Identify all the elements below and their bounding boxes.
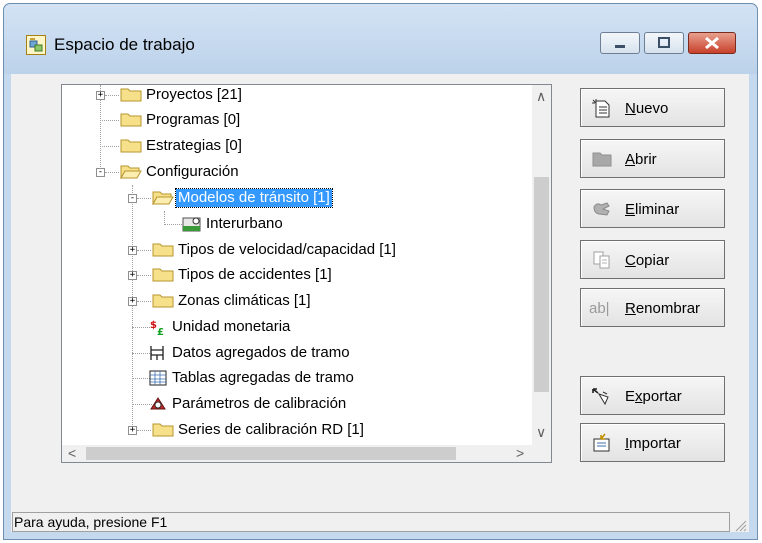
tree-content: + Proyectos [21] Programas [0] Estrategi… — [62, 85, 532, 445]
close-button[interactable] — [688, 32, 736, 54]
expand-toggle[interactable]: + — [128, 246, 137, 255]
tree-item-label: Tipos de velocidad/capacidad [1] — [178, 241, 396, 258]
tree-connector — [164, 224, 182, 225]
aggregate-table-icon — [149, 370, 167, 386]
tree-item-label: Tablas agregadas de tramo — [172, 369, 354, 386]
close-icon — [705, 36, 719, 50]
expand-toggle[interactable]: + — [128, 426, 137, 435]
scroll-left-arrow[interactable]: < — [68, 446, 76, 460]
traffic-model-icon — [182, 217, 201, 232]
maximize-button[interactable] — [644, 32, 684, 54]
scroll-up-arrow[interactable]: ∧ — [536, 89, 546, 103]
tree-connector — [132, 185, 133, 435]
folder-icon — [152, 294, 174, 308]
expand-toggle[interactable]: + — [96, 91, 105, 100]
horizontal-scroll-thumb[interactable] — [86, 447, 456, 460]
tree-connector — [100, 120, 119, 121]
client-area: + Proyectos [21] Programas [0] Estrategi… — [11, 74, 749, 532]
collapse-toggle[interactable]: - — [96, 168, 105, 177]
workspace-tree[interactable]: + Proyectos [21] Programas [0] Estrategi… — [61, 84, 552, 463]
open-folder-icon — [592, 152, 612, 167]
tree-item-label: Unidad monetaria — [172, 318, 291, 335]
folder-icon — [152, 268, 174, 282]
import-icon — [593, 433, 610, 452]
tree-item-label: Programas [0] — [146, 111, 241, 128]
tree-connector — [105, 95, 119, 96]
vertical-scroll-thumb[interactable] — [534, 177, 549, 392]
title-bar[interactable]: Espacio de trabajo — [4, 4, 757, 74]
folder-icon — [120, 139, 142, 153]
delete-hand-icon — [593, 202, 610, 216]
tree-connector — [137, 250, 151, 251]
svg-text:$: $ — [150, 320, 157, 331]
tree-item-label: Datos agregados de tramo — [172, 344, 350, 361]
importar-label: Importar — [625, 435, 681, 452]
eliminar-button[interactable]: Eliminar — [580, 189, 725, 228]
renombrar-button[interactable]: ab| Renombrar — [580, 288, 725, 327]
resize-grip-icon[interactable] — [733, 518, 747, 532]
vertical-scrollbar[interactable]: ∧ ∨ — [532, 85, 551, 445]
tree-item-label: Proyectos [21] — [146, 86, 242, 103]
nuevo-label: Nuevo — [625, 100, 669, 117]
currency-icon: $£ — [150, 320, 164, 336]
maximize-icon — [658, 37, 670, 48]
expand-toggle[interactable]: + — [128, 271, 137, 280]
expand-toggle[interactable]: + — [128, 297, 137, 306]
scroll-right-arrow[interactable]: > — [516, 446, 524, 460]
svg-text:£: £ — [157, 327, 164, 336]
tree-item-label: Configuración — [146, 163, 239, 180]
tree-connector — [100, 146, 119, 147]
status-text: Para ayuda, presione F1 — [12, 512, 730, 532]
calibration-icon — [150, 397, 166, 410]
folder-icon — [120, 113, 142, 127]
tree-item-label: Interurbano — [206, 215, 283, 232]
folder-open-icon — [152, 191, 174, 205]
tree-connector — [137, 301, 151, 302]
folder-icon — [152, 423, 174, 437]
tree-item-label: Estrategias [0] — [146, 137, 242, 154]
scroll-down-arrow[interactable]: ∨ — [536, 425, 546, 439]
importar-button[interactable]: Importar — [580, 423, 725, 462]
workspace-app-icon[interactable] — [26, 35, 46, 55]
copiar-label: Copiar — [625, 252, 670, 269]
horizontal-scrollbar[interactable]: < > — [62, 445, 532, 462]
workspace-window: Espacio de trabajo + Proyectos [21] Prog… — [3, 3, 758, 540]
window-title: Espacio de trabajo — [54, 35, 195, 54]
tree-item-label: Zonas climáticas [1] — [178, 292, 311, 309]
tree-connector — [105, 172, 119, 173]
exportar-button[interactable]: Exportar — [580, 376, 725, 415]
tree-item-label: Series de calibración RD [1] — [178, 421, 364, 438]
copy-icon — [593, 251, 610, 269]
tree-connector — [137, 198, 151, 199]
folder-open-icon — [120, 165, 142, 179]
folder-icon — [152, 243, 174, 257]
tree-connector — [137, 430, 151, 431]
exportar-label: Exportar — [625, 388, 682, 405]
tree-connector — [137, 275, 151, 276]
export-icon — [592, 388, 609, 406]
minimize-button[interactable] — [600, 32, 640, 54]
new-document-icon — [592, 99, 610, 118]
abrir-button[interactable]: Abrir — [580, 139, 725, 178]
aggregate-data-icon — [150, 346, 164, 360]
folder-icon — [120, 88, 142, 102]
scrollbar-corner — [532, 445, 551, 462]
rename-icon: ab| — [589, 300, 610, 317]
tree-item-label: Modelos de tránsito [1] — [175, 188, 333, 208]
tree-item-label: Parámetros de calibración — [172, 395, 347, 412]
abrir-label: Abrir — [625, 151, 657, 168]
minimize-icon — [615, 45, 625, 48]
copiar-button[interactable]: Copiar — [580, 240, 725, 279]
tree-connector — [164, 211, 165, 225]
renombrar-label: Renombrar — [625, 300, 701, 317]
eliminar-label: Eliminar — [625, 201, 680, 218]
tree-item-label: Tipos de accidentes [1] — [178, 266, 332, 283]
collapse-toggle[interactable]: - — [128, 194, 137, 203]
nuevo-button[interactable]: Nuevo — [580, 88, 725, 127]
